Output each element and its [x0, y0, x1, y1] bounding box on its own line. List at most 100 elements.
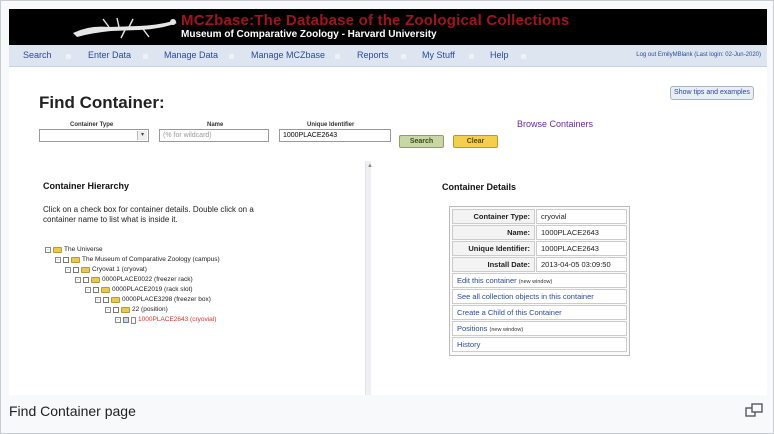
tree-node[interactable]: - 0000PLACE3298 (freezer box)	[95, 295, 211, 305]
tree-node-label[interactable]: Cryovat 1 (cryovat)	[92, 265, 147, 275]
detail-value: 1000PLACE2643	[536, 241, 627, 256]
browse-containers-link[interactable]: Browse Containers	[517, 119, 593, 129]
collapse-icon[interactable]: -	[75, 277, 81, 283]
collapse-icon[interactable]: -	[105, 307, 111, 313]
enlarge-icon[interactable]	[745, 403, 763, 417]
logout-area: Log out EmilyMBlank (Last login: 02-Jun-…	[636, 52, 761, 58]
collapse-icon[interactable]: -	[65, 267, 71, 273]
detail-value: 1000PLACE2643	[536, 225, 627, 240]
main-nav: Search Enter Data Manage Data Manage MCZ…	[9, 45, 767, 67]
hierarchy-hint: Click on a check box for container detai…	[43, 205, 254, 224]
edit-container-link[interactable]: Edit this container (new window)	[452, 273, 627, 288]
tree-node-checkbox[interactable]	[103, 297, 109, 303]
unique-identifier-label: Unique Identifier	[307, 122, 355, 128]
folder-icon	[121, 307, 130, 313]
folder-icon	[101, 287, 110, 293]
last-login-text: (Last login: 02-Jun-2020)	[694, 52, 761, 58]
tree-node-label[interactable]: 1000PLACE2643 (cryovial)	[138, 315, 216, 325]
image-caption: Find Container page	[9, 403, 136, 419]
tree-node-label[interactable]: The Museum of Comparative Zoology (campu…	[82, 255, 220, 265]
nav-manage-data[interactable]: Manage Data	[164, 50, 218, 60]
site-title: MCZbase:The Database of the Zoological C…	[181, 12, 570, 29]
nav-separator	[229, 54, 234, 59]
collapse-icon[interactable]: -	[115, 317, 121, 323]
collapse-arrow-icon[interactable]: ▲	[367, 163, 373, 169]
new-window-note: (new window)	[518, 279, 553, 285]
tree-node-label[interactable]: 0000PLACE2019 (rack slot)	[112, 285, 193, 295]
create-child-link[interactable]: Create a Child of this Container	[452, 305, 627, 320]
detail-key: Install Date:	[452, 257, 535, 272]
folder-icon	[91, 277, 100, 283]
nav-reports[interactable]: Reports	[357, 50, 389, 60]
tree-node-label[interactable]: 22 (position)	[132, 305, 168, 315]
chevron-down-icon: ▾	[137, 131, 147, 140]
container-type-select[interactable]: ▾	[39, 129, 149, 142]
fossil-logo-icon	[73, 17, 177, 39]
see-collection-objects-label: See all collection objects in this conta…	[457, 292, 594, 301]
detail-value: cryovial	[536, 209, 627, 224]
tree-node-label[interactable]: 0000PLACE0022 (freezer rack)	[102, 275, 193, 285]
clear-button[interactable]: Clear	[453, 135, 498, 148]
tree-node-checkbox[interactable]	[73, 267, 79, 273]
tree-node-checkbox[interactable]	[63, 257, 69, 263]
detail-row-install-date: Install Date: 2013-04-05 03:09:50	[452, 257, 627, 272]
folder-icon	[71, 257, 80, 263]
tree-node-label[interactable]: The Universe	[64, 245, 103, 255]
folder-icon	[81, 267, 90, 273]
positions-label: Positions	[457, 324, 488, 333]
unique-identifier-input[interactable]: 1000PLACE2643	[279, 129, 391, 142]
tree-node[interactable]: - The Universe	[45, 245, 103, 255]
collapse-icon[interactable]: -	[55, 257, 61, 263]
nav-search[interactable]: Search	[23, 50, 52, 60]
document-icon	[131, 316, 136, 324]
detail-row-type: Container Type: cryovial	[452, 209, 627, 224]
nav-help[interactable]: Help	[490, 50, 509, 60]
tree-node[interactable]: - 0000PLACE0022 (freezer rack)	[75, 275, 193, 285]
history-label: History	[457, 340, 481, 349]
collapse-icon[interactable]: -	[45, 247, 51, 253]
detail-key: Unique Identifier:	[452, 241, 535, 256]
container-type-label: Container Type	[70, 122, 114, 128]
tree-node-checkbox[interactable]	[93, 287, 99, 293]
site-subtitle: Museum of Comparative Zoology - Harvard …	[181, 29, 437, 40]
nav-separator	[469, 54, 474, 59]
logout-link[interactable]: Log out EmilyMBlank	[636, 52, 692, 58]
detail-row-uid: Unique Identifier: 1000PLACE2643	[452, 241, 627, 256]
tree-node-checkbox[interactable]	[123, 317, 129, 323]
tree-node[interactable]: - 1000PLACE2643 (cryovial)	[115, 315, 216, 325]
detail-key: Name:	[452, 225, 535, 240]
edit-container-label: Edit this container	[457, 276, 517, 285]
site-banner: MCZbase:The Database of the Zoological C…	[9, 9, 767, 45]
nav-manage-mczbase[interactable]: Manage MCZbase	[251, 50, 325, 60]
history-link[interactable]: History	[452, 337, 627, 352]
folder-icon	[53, 247, 62, 253]
nav-enter-data[interactable]: Enter Data	[88, 50, 131, 60]
search-button[interactable]: Search	[399, 135, 444, 148]
collapse-icon[interactable]: -	[95, 297, 101, 303]
pane-splitter[interactable]: ▲	[365, 161, 373, 395]
create-child-label: Create a Child of this Container	[457, 308, 562, 317]
details-panel: Container Type: cryovial Name: 1000PLACE…	[449, 206, 630, 356]
folder-icon	[111, 297, 120, 303]
name-input[interactable]: (% for wildcard)	[159, 129, 269, 142]
positions-link[interactable]: Positions (new window)	[452, 321, 627, 336]
nav-my-stuff[interactable]: My Stuff	[422, 50, 455, 60]
tree-node-label[interactable]: 0000PLACE3298 (freezer box)	[122, 295, 211, 305]
tree-node[interactable]: - 0000PLACE2019 (rack slot)	[85, 285, 193, 295]
hierarchy-title: Container Hierarchy	[43, 181, 130, 191]
detail-key: Container Type:	[452, 209, 535, 224]
tree-node[interactable]: - 22 (position)	[105, 305, 168, 315]
nav-separator	[401, 54, 406, 59]
tree-node[interactable]: - Cryovat 1 (cryovat)	[65, 265, 147, 275]
see-collection-objects-link[interactable]: See all collection objects in this conta…	[452, 289, 627, 304]
detail-row-name: Name: 1000PLACE2643	[452, 225, 627, 240]
details-title: Container Details	[442, 182, 517, 192]
tree-node-checkbox[interactable]	[83, 277, 89, 283]
new-window-note: (new window)	[489, 327, 524, 333]
screenshot-frame: MCZbase:The Database of the Zoological C…	[0, 0, 774, 434]
tree-node[interactable]: - The Museum of Comparative Zoology (camp…	[55, 255, 220, 265]
show-tips-button[interactable]: Show tips and examples	[670, 86, 754, 100]
collapse-icon[interactable]: -	[85, 287, 91, 293]
tree-node-checkbox[interactable]	[113, 307, 119, 313]
nav-separator	[335, 54, 340, 59]
